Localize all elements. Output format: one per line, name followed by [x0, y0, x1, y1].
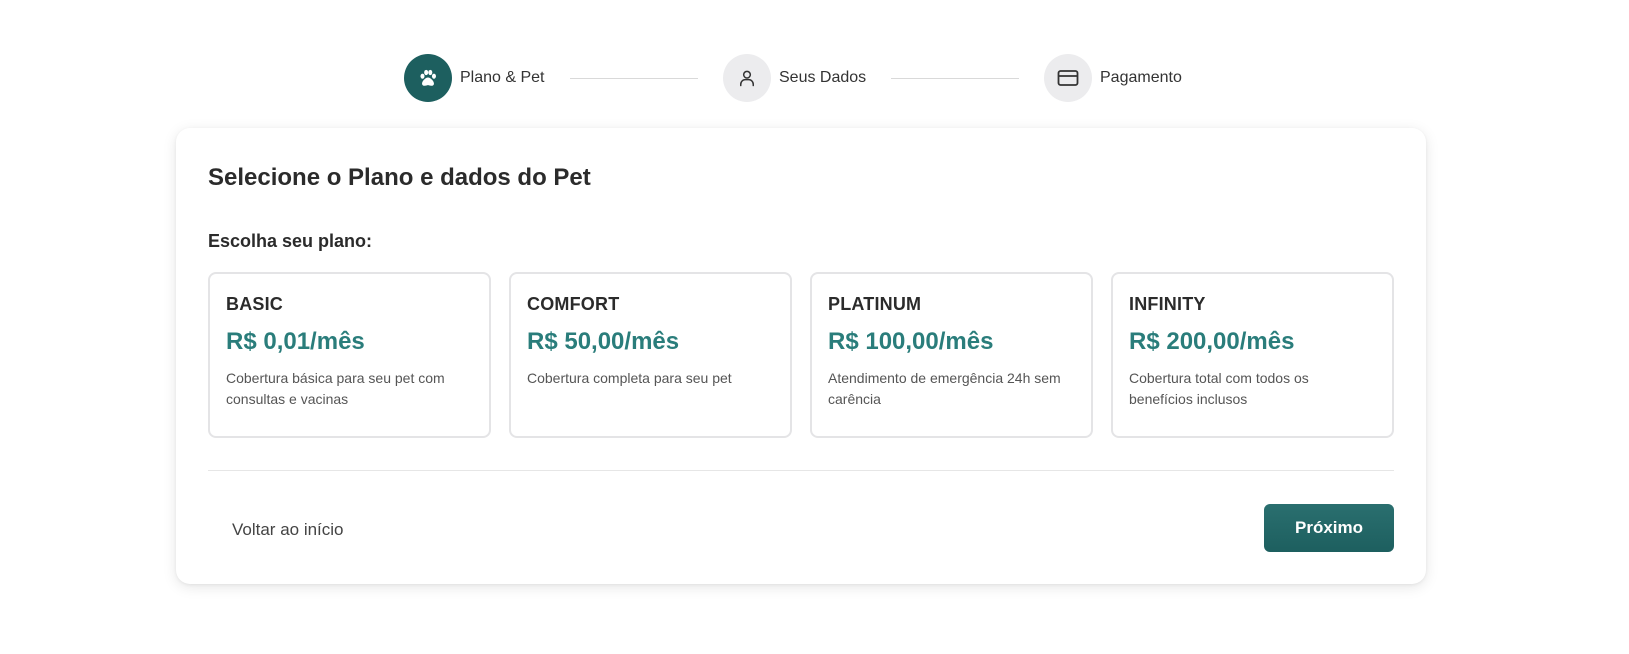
plan-form-card: Selecione o Plano e dados do Pet Escolha… — [176, 128, 1426, 584]
plan-description: Cobertura completa para seu pet — [527, 370, 732, 386]
plan-price: R$ 100,00/mês — [828, 328, 994, 355]
step-connector — [570, 78, 698, 79]
plan-card-basic[interactable]: BASIC R$ 0,01/mês Cobertura básica para … — [208, 272, 491, 438]
checkout-stepper: Plano & Pet Seus Dados Pagamento — [0, 54, 1629, 102]
plan-card-comfort[interactable]: COMFORT R$ 50,00/mês Cobertura completa … — [509, 272, 792, 438]
page-title: Selecione o Plano e dados do Pet — [208, 164, 591, 191]
plan-price: R$ 50,00/mês — [527, 328, 680, 355]
plan-description: Atendimento de emergência 24h sem carênc… — [828, 370, 1061, 407]
plans-label: Escolha seu plano: — [208, 231, 373, 251]
step-seus-dados[interactable]: Seus Dados — [723, 54, 866, 102]
credit-card-icon — [1057, 70, 1079, 86]
paw-icon — [420, 69, 436, 86]
step-pagamento[interactable]: Pagamento — [1044, 54, 1182, 102]
plan-description: Cobertura total com todos os benefícios … — [1129, 370, 1309, 407]
plan-description: Cobertura básica para seu pet com consul… — [226, 370, 445, 407]
plan-name: PLATINUM — [828, 294, 922, 314]
back-to-start-link[interactable]: Voltar ao início — [232, 520, 344, 540]
plan-name: INFINITY — [1129, 294, 1206, 314]
step-plano-pet[interactable]: Plano & Pet — [404, 54, 545, 102]
step-connector — [891, 78, 1019, 79]
step-seus-dados-label: Seus Dados — [779, 69, 867, 86]
footer-divider — [208, 470, 1394, 471]
user-icon — [740, 70, 754, 87]
plan-name: COMFORT — [527, 294, 620, 314]
step-seus-dados-circle — [723, 54, 771, 102]
plan-options: BASIC R$ 0,01/mês Cobertura básica para … — [208, 272, 1394, 438]
step-pagamento-label: Pagamento — [1100, 69, 1182, 86]
step-pagamento-circle — [1044, 54, 1092, 102]
plan-card-platinum[interactable]: PLATINUM R$ 100,00/mês Atendimento de em… — [810, 272, 1093, 438]
plan-price: R$ 0,01/mês — [226, 328, 365, 355]
plan-name: BASIC — [226, 294, 284, 314]
plan-price: R$ 200,00/mês — [1129, 328, 1295, 355]
plan-card-infinity[interactable]: INFINITY R$ 200,00/mês Cobertura total c… — [1111, 272, 1394, 438]
step-plano-pet-circle — [404, 54, 452, 102]
step-plano-pet-label: Plano & Pet — [460, 69, 545, 86]
next-button[interactable]: Próximo — [1264, 504, 1394, 552]
